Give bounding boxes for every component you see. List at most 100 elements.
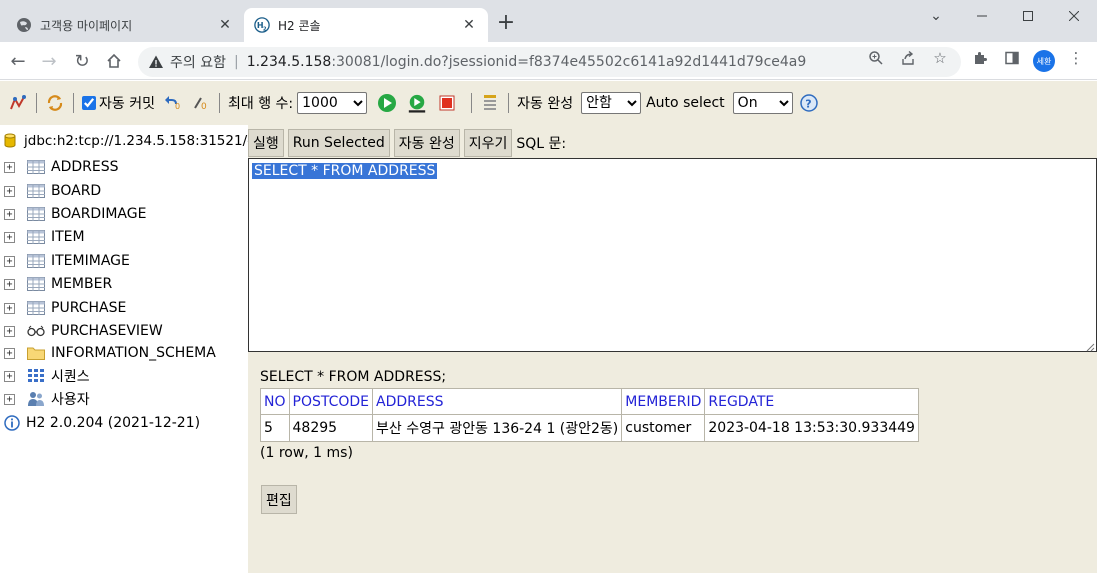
tab-search-icon[interactable]: ⌄ xyxy=(913,0,959,32)
globe-icon xyxy=(16,17,32,33)
expand-icon[interactable]: + xyxy=(4,185,15,197)
database-icon xyxy=(4,133,16,149)
cell-postcode: 48295 xyxy=(288,414,374,442)
expand-icon[interactable]: + xyxy=(4,325,15,337)
tree-item-label: PURCHASEVIEW xyxy=(51,323,163,339)
expand-icon[interactable]: + xyxy=(4,370,15,382)
column-header-memberid[interactable]: MEMBERID xyxy=(621,388,706,415)
column-header-address[interactable]: ADDRESS xyxy=(372,388,623,415)
cell-no: 5 xyxy=(260,414,290,442)
auto-complete-button[interactable]: 자동 완성 xyxy=(393,129,460,157)
expand-icon[interactable]: + xyxy=(4,161,15,173)
url-host: 1.234.5.158 xyxy=(246,54,332,70)
tree-item-label: INFORMATION_SCHEMA xyxy=(51,345,216,361)
tree-item-information-schema[interactable]: + INFORMATION_SCHEMA xyxy=(4,342,216,364)
tree-item-sequences[interactable]: + 시퀀스 xyxy=(4,365,90,387)
tree-item-users[interactable]: + 사용자 xyxy=(4,388,90,410)
tree-item-board[interactable]: + BOARD xyxy=(4,180,101,202)
disconnect-icon[interactable] xyxy=(8,93,28,113)
sql-editor[interactable]: SELECT * FROM ADDRESS xyxy=(248,158,1097,352)
reload-icon[interactable]: ↻ xyxy=(70,49,94,73)
maximize-icon[interactable] xyxy=(1005,0,1051,32)
tree-item-itemimage[interactable]: + ITEMIMAGE xyxy=(4,250,130,272)
minimize-icon[interactable] xyxy=(959,0,1005,32)
max-rows-select[interactable]: 1000 xyxy=(297,92,368,114)
close-window-icon[interactable] xyxy=(1051,0,1097,32)
table-icon xyxy=(27,276,45,292)
close-tab-icon[interactable]: ✕ xyxy=(216,16,234,34)
home-icon[interactable] xyxy=(102,49,126,73)
browser-toolbar: ← → ↻ 주의 요함 | 1.234.5.158:30081/login.do… xyxy=(0,42,1097,80)
expand-icon[interactable]: + xyxy=(4,302,15,314)
tab-h2-console[interactable]: H2 H2 콘솔 ✕ xyxy=(244,8,488,42)
tree-item-boardimage[interactable]: + BOARDIMAGE xyxy=(4,203,146,225)
h2-toolbar: 자동 커밋 0 0 최대 행 수: 1000 자동 완성 안함 Auto sel… xyxy=(0,81,1097,125)
refresh-icon[interactable] xyxy=(45,93,65,113)
tree-item-label: ITEMIMAGE xyxy=(51,253,130,269)
commit-icon[interactable]: 0 xyxy=(191,93,211,113)
forward-icon[interactable]: → xyxy=(37,49,61,73)
address-bar[interactable]: 주의 요함 | 1.234.5.158:30081/login.do?jsess… xyxy=(138,47,961,77)
result-table: NO POSTCODE ADDRESS MEMBERID REGDATE 5 4… xyxy=(260,388,919,442)
tab-strip: 고객용 마이페이지 ✕ H2 H2 콘솔 ✕ + ⌄ xyxy=(0,0,1097,42)
history-icon[interactable] xyxy=(480,93,500,113)
tree-item-purchaseview[interactable]: + PURCHASEVIEW xyxy=(4,320,163,342)
back-icon[interactable]: ← xyxy=(6,49,30,73)
help-icon[interactable]: ? xyxy=(799,93,819,113)
table-header-row: NO POSTCODE ADDRESS MEMBERID REGDATE xyxy=(260,388,919,415)
expand-icon[interactable]: + xyxy=(4,208,15,220)
column-header-regdate[interactable]: REGDATE xyxy=(704,388,919,415)
expand-icon[interactable]: + xyxy=(4,347,15,359)
run-selected-button[interactable]: Run Selected xyxy=(287,129,390,157)
connection-node[interactable]: jdbc:h2:tcp://1.234.5.158:31521/d xyxy=(4,133,248,149)
tab-title: 고객용 마이페이지 xyxy=(40,18,133,33)
run-button[interactable]: 실행 xyxy=(248,129,284,157)
new-tab-button[interactable]: + xyxy=(494,12,518,36)
toolbar-separator xyxy=(218,93,220,113)
rollback-icon[interactable]: 0 xyxy=(163,93,183,113)
tree-item-label: BOARD xyxy=(51,183,102,199)
expand-icon[interactable]: + xyxy=(4,255,15,267)
connection-url: jdbc:h2:tcp://1.234.5.158:31521/d xyxy=(24,133,248,149)
edit-button[interactable]: 편집 xyxy=(261,485,297,514)
tree-item-item[interactable]: + ITEM xyxy=(4,226,85,248)
svg-text:?: ? xyxy=(805,98,811,111)
side-panel-icon[interactable] xyxy=(1003,49,1021,67)
warning-icon[interactable] xyxy=(148,54,164,70)
security-warning-text: 주의 요함 xyxy=(170,55,226,71)
tree-item-address[interactable]: + ADDRESS xyxy=(4,156,118,178)
auto-select-select[interactable]: On xyxy=(732,92,793,114)
profile-avatar[interactable]: 세환 xyxy=(1033,50,1055,72)
svg-text:0: 0 xyxy=(175,102,180,111)
expand-icon[interactable]: + xyxy=(4,278,15,290)
run-selected-icon[interactable] xyxy=(407,93,427,113)
close-tab-icon[interactable]: ✕ xyxy=(460,16,478,34)
toolbar-separator xyxy=(73,93,74,113)
zoom-icon[interactable] xyxy=(867,49,885,67)
table-icon xyxy=(27,300,45,316)
auto-commit-checkbox[interactable] xyxy=(82,96,96,110)
run-icon[interactable] xyxy=(377,93,397,113)
bookmark-star-icon[interactable]: ☆ xyxy=(931,49,949,67)
auto-complete-select[interactable]: 안함 xyxy=(581,92,642,114)
table-icon xyxy=(27,229,45,245)
clear-button[interactable]: 지우기 xyxy=(463,129,513,157)
tab-customer-mypage[interactable]: 고객용 마이페이지 ✕ xyxy=(0,8,244,42)
auto-commit-label: 자동 커밋 xyxy=(99,96,155,112)
expand-icon[interactable]: + xyxy=(4,231,15,243)
query-panel: 실행 Run Selected 자동 완성 지우기 SQL 문: SELECT … xyxy=(248,125,1097,573)
tree-item-purchase[interactable]: + PURCHASE xyxy=(4,297,126,319)
resize-handle-icon[interactable] xyxy=(1085,340,1095,352)
tree-item-label: 시퀀스 xyxy=(51,369,90,385)
row-count-text: (1 row, 1 ms) xyxy=(260,445,353,461)
expand-icon[interactable]: + xyxy=(4,393,15,405)
stop-icon[interactable] xyxy=(437,93,457,113)
extensions-icon[interactable] xyxy=(971,49,989,67)
svg-text:0: 0 xyxy=(201,102,207,112)
column-header-postcode[interactable]: POSTCODE xyxy=(288,388,374,415)
share-icon[interactable] xyxy=(899,49,917,67)
menu-kebab-icon[interactable]: ⋮ xyxy=(1067,49,1085,67)
result-query-text: SELECT * FROM ADDRESS; xyxy=(260,369,447,385)
tree-item-member[interactable]: + MEMBER xyxy=(4,273,112,295)
column-header-no[interactable]: NO xyxy=(260,388,290,415)
